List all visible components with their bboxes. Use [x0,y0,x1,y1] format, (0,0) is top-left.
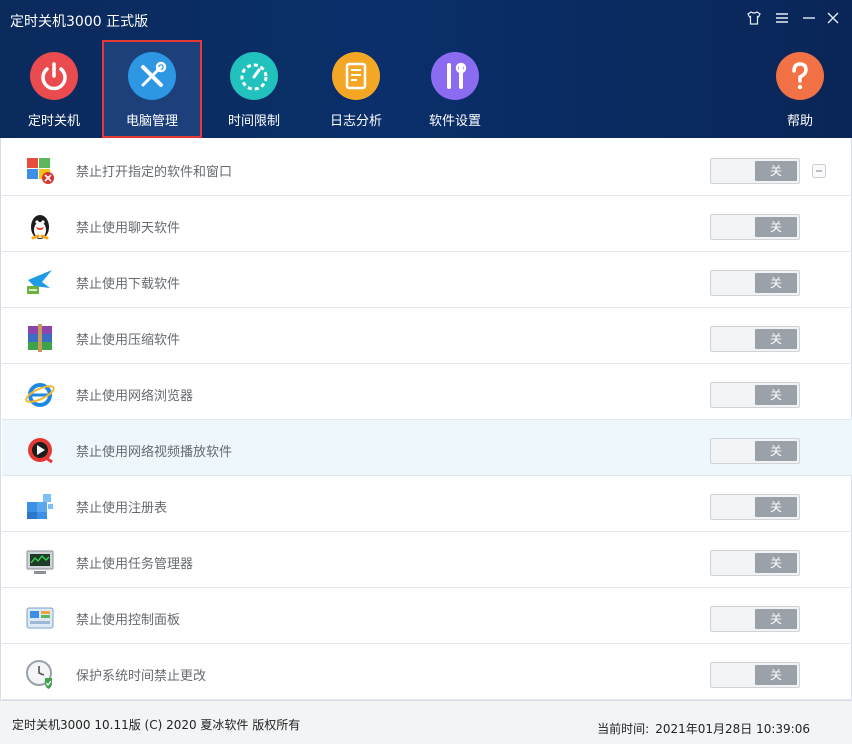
nav-label: 帮助 [786,114,813,129]
registry-icon [24,490,56,522]
toggle-switch[interactable]: 关 [710,662,800,688]
toggle-state: 关 [755,329,797,349]
header: 定时关机3000 正式版 定时关机 电脑管理 时间限制 日志分析 软件设置 帮助 [0,0,852,138]
toggle-state: 关 [755,665,797,685]
list-item: 禁止使用聊天软件 关 [2,196,852,252]
thunder-download-icon [24,266,56,298]
video-player-icon [24,434,56,466]
nav-log-analysis[interactable]: 日志分析 [306,40,406,138]
list-item: 禁止使用网络视频播放软件 关 [2,420,852,476]
toggle-state: 关 [755,161,797,181]
current-time-label: 当前时间: [597,722,650,736]
toggle-state: 关 [755,553,797,573]
copyright-text: 定时关机3000 10.11版 (C) 2020 夏冰软件 版权所有 [12,718,301,732]
close-icon[interactable] [823,10,843,30]
nav-label: 时间限制 [227,114,280,129]
toggle-switch[interactable]: 关 [710,158,800,184]
log-icon [332,52,380,100]
toggle-state: 关 [755,273,797,293]
nav-label: 软件设置 [428,114,481,129]
toggle-switch[interactable]: 关 [710,326,800,352]
list-item: 禁止使用任务管理器 关 [2,532,852,588]
row-label: 禁止使用控制面板 [76,613,181,628]
list-item: 禁止使用控制面板 关 [2,588,852,644]
list-item: 禁止使用下载软件 关 [2,252,852,308]
current-time: 当前时间: 2021年01月28日 10:39:06 [597,720,810,737]
toggle-switch[interactable]: 关 [710,494,800,520]
list-item: 禁止使用压缩软件 关 [2,308,852,364]
app-title: 定时关机3000 正式版 [10,14,149,30]
nav-shutdown[interactable]: 定时关机 [4,40,104,138]
toggle-switch[interactable]: 关 [710,438,800,464]
status-bar: 定时关机3000 10.11版 (C) 2020 夏冰软件 版权所有 当前时间:… [0,700,852,744]
toggle-switch[interactable]: 关 [710,606,800,632]
timer-icon [230,52,278,100]
qq-penguin-icon [24,210,56,242]
list-item: 保护系统时间禁止更改 关 [2,644,852,700]
skin-icon[interactable] [744,10,764,30]
help-icon [776,52,824,100]
restriction-list: 禁止打开指定的软件和窗口 关 禁止使用聊天软件 关 禁止使用下载软件 关 禁止使… [0,138,852,700]
task-manager-icon [24,546,56,578]
toggle-switch[interactable]: 关 [710,550,800,576]
row-label: 禁止使用网络视频播放软件 [76,445,233,460]
minimize-icon[interactable] [799,10,819,30]
nav-computer-management[interactable]: 电脑管理 [102,40,202,138]
toggle-state: 关 [755,217,797,237]
winrar-icon [24,322,56,354]
row-label: 禁止打开指定的软件和窗口 [76,165,233,180]
row-label: 禁止使用聊天软件 [76,221,181,236]
nav-time-limit[interactable]: 时间限制 [204,40,304,138]
row-label: 禁止使用下载软件 [76,277,181,292]
clock-shield-icon [24,658,56,690]
row-label: 禁止使用任务管理器 [76,557,194,572]
list-item: 禁止使用注册表 关 [2,476,852,532]
tools-icon [128,52,176,100]
ie-browser-icon [24,378,56,410]
toggle-state: 关 [755,385,797,405]
nav-label: 定时关机 [27,114,80,129]
window-block-icon [24,154,56,186]
row-label: 禁止使用压缩软件 [76,333,181,348]
toggle-state: 关 [755,609,797,629]
menu-icon[interactable] [772,10,792,30]
list-item: 禁止打开指定的软件和窗口 关 [2,140,852,196]
toggle-state: 关 [755,497,797,517]
toggle-state: 关 [755,441,797,461]
row-label: 禁止使用注册表 [76,501,168,516]
list-item: 禁止使用网络浏览器 关 [2,364,852,420]
nav-label: 电脑管理 [125,114,178,129]
nav-help[interactable]: 帮助 [750,40,850,138]
toggle-switch[interactable]: 关 [710,270,800,296]
settings-tools-icon [431,52,479,100]
current-time-value: 2021年01月28日 10:39:06 [655,722,810,736]
toggle-switch[interactable]: 关 [710,214,800,240]
row-label: 禁止使用网络浏览器 [76,389,194,404]
configure-button[interactable] [812,164,826,178]
control-panel-icon [24,602,56,634]
row-label: 保护系统时间禁止更改 [76,669,207,684]
toggle-switch[interactable]: 关 [710,382,800,408]
nav-software-settings[interactable]: 软件设置 [405,40,505,138]
title-bar: 定时关机3000 正式版 [0,0,852,40]
power-icon [30,52,78,100]
nav-label: 日志分析 [329,114,382,129]
